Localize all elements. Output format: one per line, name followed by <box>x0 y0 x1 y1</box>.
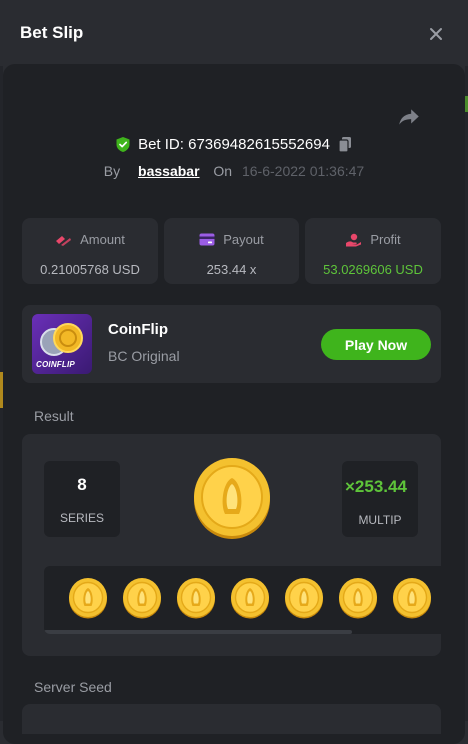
game-thumbnail[interactable]: COINFLIP <box>32 314 92 374</box>
thumbnail-title: COINFLIP <box>36 360 75 369</box>
close-icon <box>430 28 442 40</box>
series-box: 8 SERIES <box>44 461 120 537</box>
series-label: SERIES <box>59 511 104 525</box>
history-coin-icon <box>123 578 161 619</box>
bet-id: Bet ID: 67369482615552694 <box>138 136 330 153</box>
payout-card-icon <box>199 233 215 246</box>
copy-button[interactable] <box>337 136 353 153</box>
history-coin-icon <box>339 578 377 619</box>
result-coin-icon <box>194 458 270 539</box>
bet-date: 16-6-2022 01:36:47 <box>241 163 365 179</box>
stat-payout-value: 253.44 x <box>206 262 257 277</box>
server-seed-field[interactable] <box>22 704 441 734</box>
coin-history <box>68 577 441 621</box>
amount-icon <box>56 235 72 246</box>
user-link[interactable]: bassabar <box>138 163 199 179</box>
on-label: On <box>213 163 233 179</box>
stat-profit-value: 53.0269606 USD <box>323 262 423 277</box>
series-value: 8 <box>77 475 87 494</box>
bet-slip-header: Bet Slip <box>0 0 468 66</box>
history-coin-icon <box>69 578 107 619</box>
play-now-button[interactable]: Play Now <box>321 329 431 360</box>
share-button[interactable] <box>396 104 422 130</box>
stat-amount: Amount 0.21005768 USD <box>22 218 158 284</box>
bet-id-row: Bet ID: 67369482615552694 <box>0 136 468 157</box>
game-provider: BC Original <box>108 348 180 364</box>
game-name: CoinFlip <box>108 321 168 338</box>
coin-history-strip[interactable] <box>44 566 441 634</box>
bet-byline: By bassabar On 16-6-2022 01:36:47 <box>0 163 468 179</box>
by-label: By <box>103 163 121 179</box>
stat-profit: Profit 53.0269606 USD <box>305 218 441 284</box>
copy-icon <box>338 137 351 153</box>
history-coin-icon <box>231 578 269 619</box>
result-label: Result <box>34 408 74 424</box>
history-coin-icon <box>285 578 323 619</box>
history-coin-icon <box>177 578 215 619</box>
profit-hand-icon <box>346 233 362 246</box>
multiplier-label: MULTIP <box>358 513 402 527</box>
multiplier-value: ×253.44 <box>345 477 407 496</box>
stat-amount-value: 0.21005768 USD <box>40 262 140 277</box>
stat-profit-label: Profit <box>370 232 401 247</box>
server-seed-label: Server Seed <box>34 679 112 695</box>
stat-payout-label: Payout <box>223 232 264 247</box>
horizontal-scrollbar[interactable] <box>44 630 352 634</box>
verified-shield-icon <box>116 137 130 152</box>
game-card: COINFLIP CoinFlip BC Original Play Now <box>22 305 441 383</box>
history-coin-icon <box>393 578 431 619</box>
stat-payout: Payout 253.44 x <box>164 218 299 284</box>
share-icon <box>399 109 419 125</box>
stat-amount-label: Amount <box>80 232 125 247</box>
close-button[interactable] <box>424 22 448 46</box>
page-title: Bet Slip <box>20 23 84 42</box>
multiplier-box: ×253.44 MULTIP <box>342 461 418 537</box>
result-panel: 8 SERIES ×253.44 MULTIP <box>22 434 441 656</box>
